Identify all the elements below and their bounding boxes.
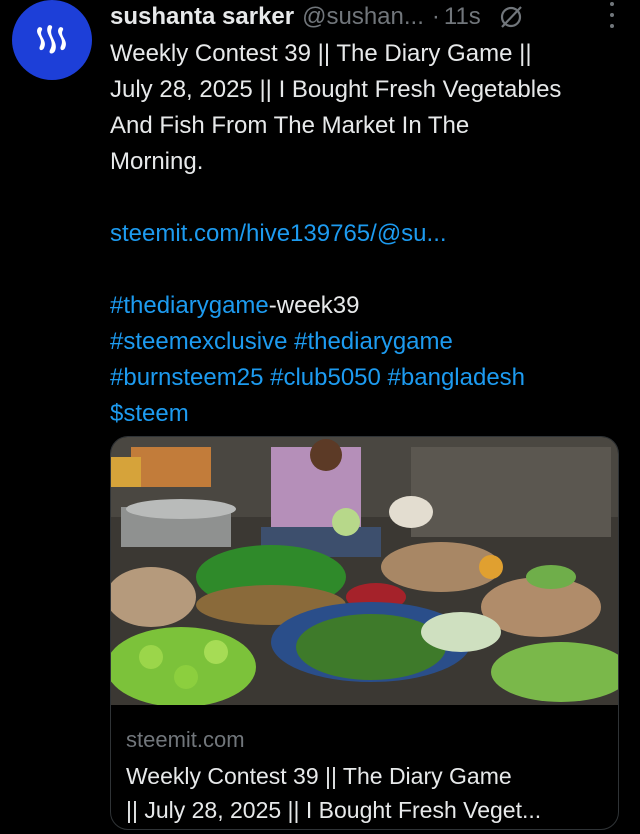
tweet-title-line: And Fish From The Market In The (110, 112, 470, 139)
tweet[interactable]: sushanta sarker @sushan... · 11s Weekly … (0, 0, 640, 834)
tweet-title-line: Weekly Contest 39 || The Diary Game || (110, 40, 532, 67)
avatar[interactable] (12, 0, 92, 80)
hashtag-club5050[interactable]: #club5050 (270, 364, 381, 391)
hashtag-thediarygame-2[interactable]: #thediarygame (294, 328, 453, 355)
tweet-title-line: Morning. (110, 148, 204, 175)
market-photo (111, 437, 618, 705)
tweet-header: sushanta sarker @sushan... · 11s (110, 2, 635, 32)
cashtag-steem[interactable]: $steem (110, 396, 630, 432)
link-preview-card[interactable]: steemit.com Weekly Contest 39 || The Dia… (110, 436, 619, 830)
tweet-title-line: July 28, 2025 || I Bought Fresh Vegetabl… (110, 76, 562, 103)
tweet-text: Weekly Contest 39 || The Diary Game || J… (110, 36, 630, 432)
card-domain: steemit.com (126, 727, 245, 752)
card-title-line: || July 28, 2025 || I Bought Fresh Veget… (126, 797, 542, 823)
external-link[interactable]: steemit.com/hive139765/@su... (110, 216, 630, 252)
hashtag-burnsteem25[interactable]: #burnsteem25 (110, 364, 263, 391)
timestamp[interactable]: 11s (444, 3, 481, 31)
author-handle[interactable]: @sushan... (302, 3, 424, 31)
hashtag-steemexclusive[interactable]: #steemexclusive (110, 328, 287, 355)
card-title: Weekly Contest 39 || The Diary Game || J… (126, 759, 611, 827)
author-name[interactable]: sushanta sarker (110, 3, 294, 31)
separator-dot: · (431, 3, 440, 30)
more-vertical-icon[interactable] (606, 2, 618, 28)
hashtag-bangladesh[interactable]: #bangladesh (388, 364, 525, 391)
hashtag-suffix: -week39 (268, 292, 360, 319)
hashtag-thediarygame[interactable]: #thediarygame (110, 292, 269, 319)
steem-logo-icon (37, 25, 66, 54)
grok-slash-icon[interactable] (497, 3, 525, 31)
card-title-line: Weekly Contest 39 || The Diary Game (126, 763, 512, 789)
